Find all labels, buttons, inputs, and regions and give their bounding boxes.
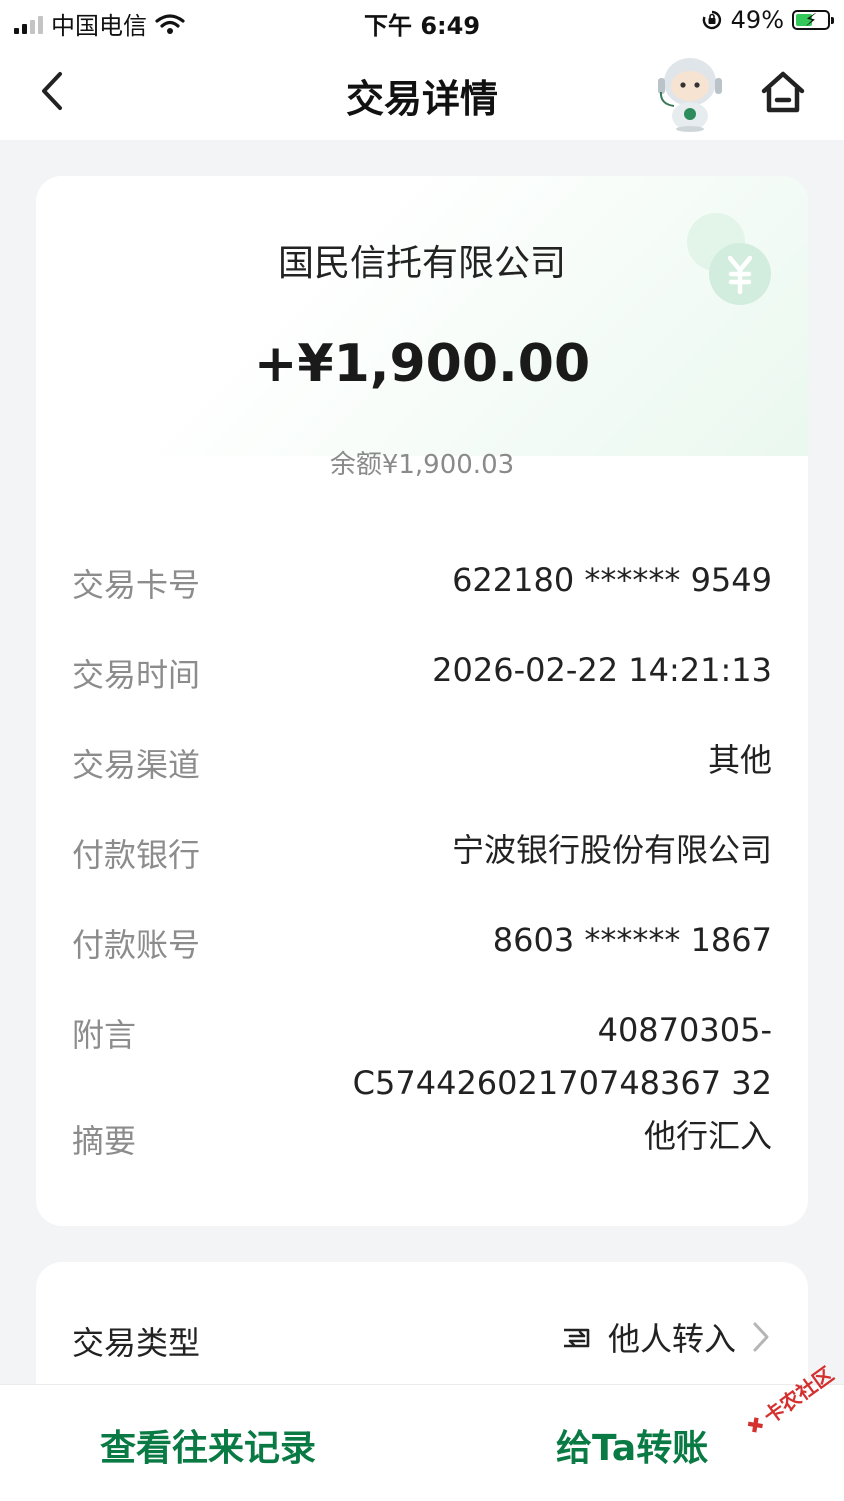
balance-text: 余额¥1,900.03 — [329, 450, 515, 480]
transaction-time-label: 交易时间 — [72, 656, 201, 694]
transaction-amount: +¥1,900.00 — [253, 334, 591, 394]
channel-value: 其他 — [707, 741, 772, 779]
remark-value-line1: 40870305- — [597, 1011, 772, 1049]
card-number-label: 交易卡号 — [72, 566, 201, 604]
payer-account-label: 付款账号 — [72, 926, 201, 964]
payer-account-value: 8603 ****** 1867 — [492, 921, 772, 959]
remark-value-line2: C57442602170748367 32 — [352, 1064, 772, 1102]
transaction-type-label: 交易类型 — [72, 1324, 201, 1362]
status-bar: 中国电信 下午 6:49 49% ⚡ — [0, 0, 844, 44]
transaction-type-row[interactable]: 他人转入 — [560, 1314, 772, 1360]
payer-name: 国民信托有限公司 — [277, 243, 566, 284]
summary-value: 他行汇入 — [643, 1117, 772, 1155]
battery-percent: 49% — [730, 6, 784, 34]
battery-icon: ⚡ — [792, 10, 834, 31]
bottom-action-bar: 查看往来记录 给Ta转账 — [0, 1384, 844, 1501]
remark-label: 附言 — [72, 1016, 137, 1054]
chevron-right-icon — [753, 1322, 769, 1352]
status-right: 49% ⚡ — [701, 6, 834, 34]
nav-bar: 交易详情 — [0, 44, 844, 140]
payer-bank-value: 宁波银行股份有限公司 — [451, 831, 772, 869]
transaction-time-value: 2026-02-22 14:21:13 — [432, 651, 772, 689]
channel-label: 交易渠道 — [72, 746, 201, 784]
transfer-to-ta-button[interactable]: 给Ta转账 — [556, 1419, 708, 1471]
card-number-value: 622180 ****** 9549 — [452, 561, 772, 599]
robot-assistant-icon[interactable] — [654, 52, 726, 132]
transaction-type-value: 他人转入 — [607, 1320, 736, 1358]
orientation-lock-icon — [702, 10, 721, 30]
payer-bank-label: 付款银行 — [72, 836, 201, 874]
view-history-button[interactable]: 查看往来记录 — [100, 1419, 316, 1471]
transaction-detail-card: 国民信托有限公司 +¥1,900.00 余额¥1,900.03 交易卡号 622… — [36, 176, 808, 1226]
home-icon[interactable] — [756, 66, 810, 120]
transfer-type-icon — [563, 1328, 590, 1348]
summary-label: 摘要 — [72, 1122, 137, 1160]
